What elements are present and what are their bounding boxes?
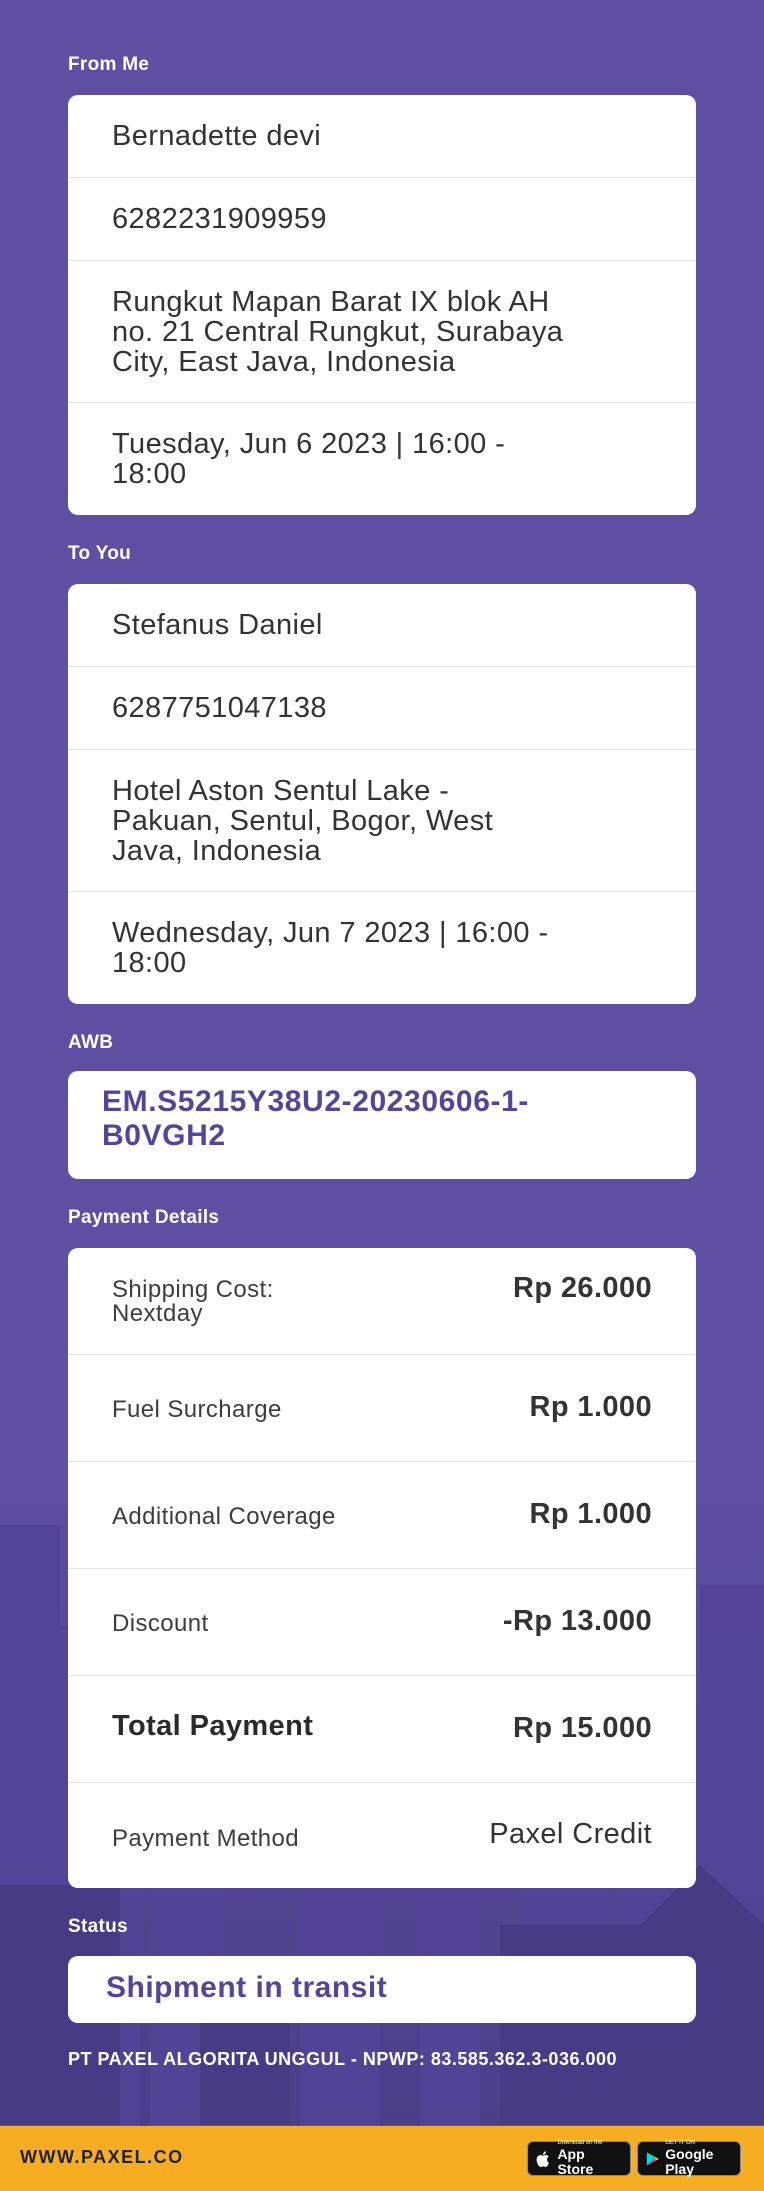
sender-address-line: Rungkut Mapan Barat IX blok AH [112, 285, 550, 318]
app-store-badge[interactable]: Download on the App Store [527, 2140, 631, 2177]
sender-address-line: City, East Java, Indonesia [112, 345, 456, 378]
shipping-cost-value: Rp 26.000 [512, 1272, 652, 1304]
from-section-label: From Me [68, 54, 150, 75]
status-section-label: Status [68, 1916, 128, 1937]
recipient-name: Stefanus Daniel [68, 584, 696, 667]
payment-method-row: Payment Method Paxel Credit [68, 1783, 696, 1888]
company-npwp-text: PT PAXEL ALGORITA UNGGUL - NPWP: 83.585.… [68, 2049, 617, 2069]
total-payment-row: Total Payment Rp 15.000 [68, 1676, 696, 1783]
apple-icon [536, 2150, 549, 2167]
discount-value: -Rp 13.000 [502, 1605, 652, 1637]
sender-phone: 6282231909959 [68, 178, 696, 261]
shipping-cost-row: Shipping Cost: Nextday Rp 26.000 [68, 1248, 696, 1355]
recipient-address-line: Java, Indonesia [112, 834, 322, 867]
discount-label: Discount [112, 1610, 209, 1637]
awb-number-line: EM.S5215Y38U2-20230606-1- [102, 1085, 529, 1118]
recipient-address-line: Hotel Aston Sentul Lake - [112, 774, 450, 807]
additional-coverage-value: Rp 1.000 [529, 1498, 652, 1530]
sender-address: Rungkut Mapan Barat IX blok AH no. 21 Ce… [68, 261, 696, 403]
recipient-address: Hotel Aston Sentul Lake - Pakuan, Sentul… [68, 750, 696, 892]
fuel-surcharge-value: Rp 1.000 [529, 1391, 652, 1423]
additional-coverage-label: Additional Coverage [112, 1503, 336, 1530]
recipient-address-line: Pakuan, Sentul, Bogor, West [112, 804, 494, 837]
recipient-card: Stefanus Daniel 6287751047138 Hotel Asto… [68, 584, 696, 1004]
total-payment-value: Rp 15.000 [512, 1712, 652, 1744]
recipient-schedule: Wednesday, Jun 7 2023 | 16:00 - 18:00 [68, 892, 696, 1004]
sender-schedule-line: Tuesday, Jun 6 2023 | 16:00 - [112, 428, 506, 460]
discount-row: Discount -Rp 13.000 [68, 1569, 696, 1676]
shipping-cost-label: Shipping Cost: Nextday [112, 1276, 274, 1327]
sender-card: Bernadette devi 6282231909959 Rungkut Ma… [68, 95, 696, 515]
fuel-surcharge-label: Fuel Surcharge [112, 1396, 282, 1423]
shipment-status: Shipment in transit [106, 1971, 388, 2004]
payment-method-label: Payment Method [112, 1825, 300, 1852]
additional-coverage-row: Additional Coverage Rp 1.000 [68, 1462, 696, 1569]
website-link[interactable]: WWW.PAXEL.CO [20, 2147, 184, 2168]
sender-schedule: Tuesday, Jun 6 2023 | 16:00 - 18:00 [68, 403, 696, 515]
recipient-schedule-line: 18:00 [112, 947, 187, 979]
payment-method-value: Paxel Credit [489, 1818, 652, 1850]
google-play-badge[interactable]: GET IT ON Google Play [637, 2140, 741, 2177]
fuel-surcharge-row: Fuel Surcharge Rp 1.000 [68, 1355, 696, 1462]
awb-section-label: AWB [68, 1032, 114, 1053]
awb-number[interactable]: EM.S5215Y38U2-20230606-1- B0VGH2 [102, 1085, 662, 1153]
app-store-big-text: App Store [557, 2146, 594, 2177]
payment-section-label: Payment Details [68, 1207, 220, 1228]
google-play-icon [646, 2151, 659, 2166]
google-play-big-text: Google Play [665, 2146, 714, 2177]
sender-name: Bernadette devi [68, 95, 696, 178]
to-section-label: To You [68, 543, 132, 564]
recipient-schedule-line: Wednesday, Jun 7 2023 | 16:00 - [112, 917, 549, 949]
total-payment-label: Total Payment [112, 1710, 314, 1742]
sender-address-line: no. 21 Central Rungkut, Surabaya [112, 315, 564, 348]
payment-card: Shipping Cost: Nextday Rp 26.000 Fuel Su… [68, 1248, 696, 1888]
status-card: Shipment in transit [68, 1956, 696, 2023]
sender-schedule-line: 18:00 [112, 458, 187, 490]
awb-card[interactable]: EM.S5215Y38U2-20230606-1- B0VGH2 [68, 1071, 696, 1179]
recipient-phone: 6287751047138 [68, 667, 696, 750]
awb-number-line: B0VGH2 [102, 1119, 226, 1152]
footer-bar: WWW.PAXEL.CO Download on the App Store G… [0, 2126, 764, 2191]
